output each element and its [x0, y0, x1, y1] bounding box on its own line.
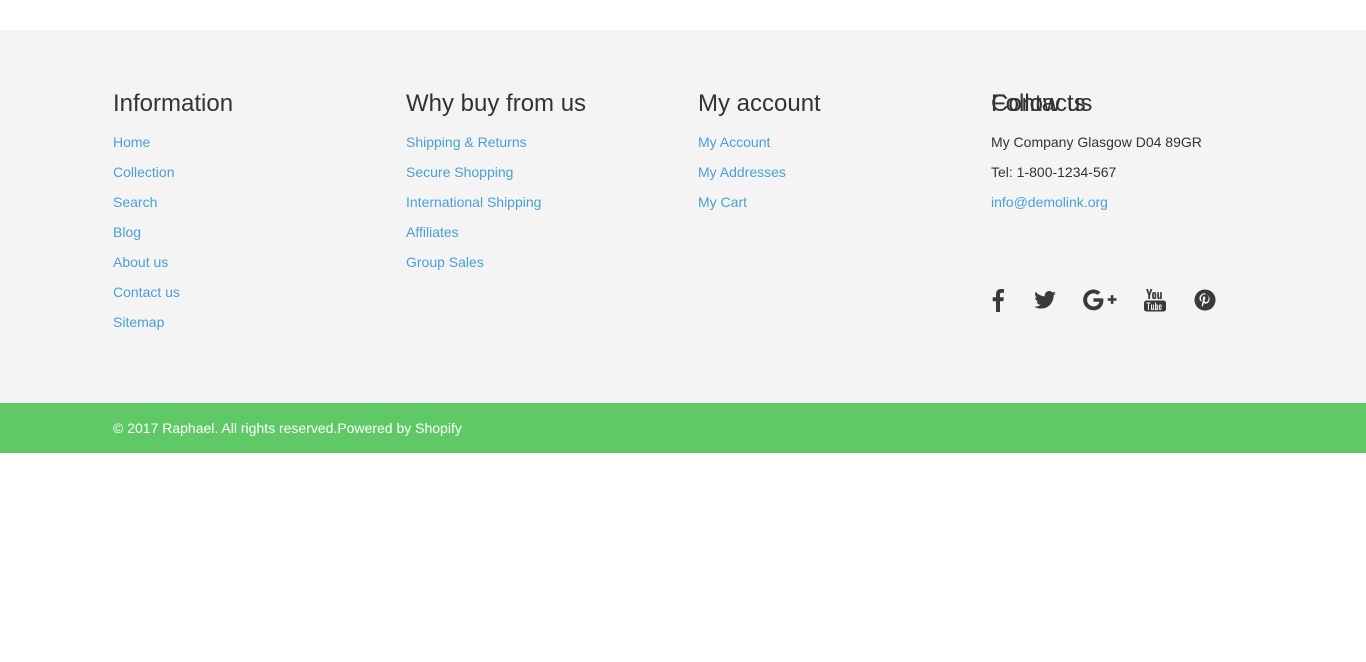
- footer-link-contact-us[interactable]: Contact us: [113, 284, 180, 300]
- footer-link-blog[interactable]: Blog: [113, 224, 141, 240]
- follow-us-heading: Follow us: [991, 90, 1093, 117]
- copyright-text: © 2017 Raphael. All rights reserved.Powe…: [113, 403, 462, 453]
- list-item: Blog: [113, 222, 180, 252]
- copyright-notice: © 2017 Raphael. All rights reserved.: [113, 420, 338, 436]
- list-item: My Account: [698, 132, 786, 162]
- footer-link-shipping-returns[interactable]: Shipping & Returns: [406, 134, 527, 150]
- list-item: Home: [113, 132, 180, 162]
- pinterest-icon[interactable]: [1193, 285, 1217, 315]
- footer-link-secure-shopping[interactable]: Secure Shopping: [406, 164, 513, 180]
- site-footer: Information Home Collection Search Blog …: [0, 30, 1366, 403]
- footer-link-my-account[interactable]: My Account: [698, 134, 770, 150]
- footer-link-my-addresses[interactable]: My Addresses: [698, 164, 786, 180]
- footer-link-sitemap[interactable]: Sitemap: [113, 314, 164, 330]
- footer-link-group-sales[interactable]: Group Sales: [406, 254, 484, 270]
- why-buy-links: Shipping & Returns Secure Shopping Inter…: [406, 132, 541, 282]
- information-links: Home Collection Search Blog About us Con…: [113, 132, 180, 342]
- list-item: Tel: 1-800-1234-567: [991, 162, 1202, 192]
- list-item: Shipping & Returns: [406, 132, 541, 162]
- list-item: Search: [113, 192, 180, 222]
- list-item: Secure Shopping: [406, 162, 541, 192]
- list-item: My Company Glasgow D04 89GR: [991, 132, 1202, 162]
- list-item: About us: [113, 252, 180, 282]
- list-item: Collection: [113, 162, 180, 192]
- footer-link-collection[interactable]: Collection: [113, 164, 174, 180]
- footer-link-search[interactable]: Search: [113, 194, 157, 210]
- page-top-strip: [0, 0, 1366, 30]
- list-item: Contact us: [113, 282, 180, 312]
- list-item: Group Sales: [406, 252, 541, 282]
- information-heading: Information: [113, 90, 234, 117]
- contact-phone: Tel: 1-800-1234-567: [991, 164, 1117, 180]
- my-account-heading: My account: [698, 90, 821, 117]
- list-item: My Cart: [698, 192, 786, 222]
- list-item: Sitemap: [113, 312, 180, 342]
- contact-address: My Company Glasgow D04 89GR: [991, 134, 1202, 150]
- facebook-icon[interactable]: [991, 285, 1005, 315]
- youtube-icon[interactable]: [1144, 285, 1166, 315]
- why-buy-heading: Why buy from us: [406, 90, 587, 117]
- footer-link-home[interactable]: Home: [113, 134, 150, 150]
- contact-email-link[interactable]: info@demolink.org: [991, 194, 1108, 210]
- google-plus-icon[interactable]: [1083, 285, 1117, 315]
- list-item: Affiliates: [406, 222, 541, 252]
- footer-link-affiliates[interactable]: Affiliates: [406, 224, 459, 240]
- footer-link-my-cart[interactable]: My Cart: [698, 194, 747, 210]
- my-account-links: My Account My Addresses My Cart: [698, 132, 786, 222]
- social-icons: [991, 285, 1231, 315]
- list-item: info@demolink.org: [991, 192, 1202, 222]
- twitter-icon[interactable]: [1033, 285, 1057, 315]
- powered-by-shopify-link[interactable]: Powered by Shopify: [337, 420, 462, 436]
- list-item: International Shipping: [406, 192, 541, 222]
- contacts-list: My Company Glasgow D04 89GR Tel: 1-800-1…: [991, 132, 1202, 222]
- footer-bottom-bar: © 2017 Raphael. All rights reserved.Powe…: [0, 403, 1366, 453]
- footer-link-international-shipping[interactable]: International Shipping: [406, 194, 541, 210]
- footer-link-about-us[interactable]: About us: [113, 254, 168, 270]
- list-item: My Addresses: [698, 162, 786, 192]
